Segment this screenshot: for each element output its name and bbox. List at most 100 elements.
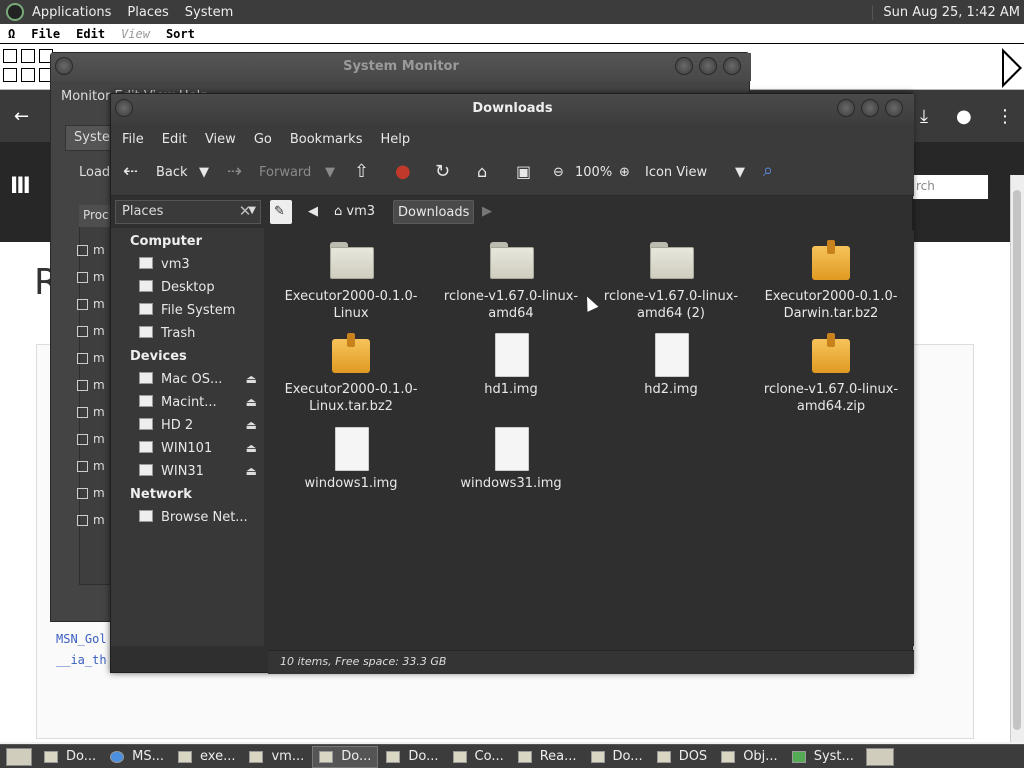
menu-help[interactable]: Help: [371, 132, 419, 147]
mac-tool-icon[interactable]: [3, 68, 17, 82]
file-item[interactable]: Executor2000-0.1.0-Linux: [281, 240, 421, 322]
mac-tool-icon[interactable]: [21, 68, 35, 82]
path-segment-downloads[interactable]: Downloads: [393, 200, 475, 224]
site-logo-icon[interactable]: Ⅲ: [10, 174, 31, 199]
taskbar-item[interactable]: Co...: [447, 746, 510, 768]
taskbar-item[interactable]: Obj...: [715, 746, 784, 768]
eject-icon[interactable]: ⏏: [246, 418, 257, 432]
computer-icon[interactable]: ▣: [516, 162, 531, 181]
taskbar-item[interactable]: Do...: [38, 746, 102, 768]
sidebar-item-trash[interactable]: Trash: [139, 326, 259, 341]
menu-applications[interactable]: Applications: [24, 5, 119, 20]
show-desktop-icon[interactable]: [6, 747, 32, 766]
sidebar-item-device[interactable]: HD 2 ⏏: [139, 418, 259, 433]
file-item[interactable]: Executor2000-0.1.0-Darwin.tar.bz2: [761, 240, 901, 322]
sidebar-item-vm3[interactable]: vm3: [139, 257, 259, 272]
mac-menu-file[interactable]: File: [23, 27, 68, 41]
file-item[interactable]: rclone-v1.67.0-linux-amd64.zip: [761, 333, 901, 415]
sidebar-item-browse-network[interactable]: Browse Net...: [139, 510, 259, 525]
back-button[interactable]: Back: [156, 165, 188, 180]
file-item[interactable]: rclone-v1.67.0-linux-amd64 (2): [601, 240, 741, 322]
close-button[interactable]: [885, 99, 903, 117]
file-item[interactable]: rclone-v1.67.0-linux-amd64: [441, 240, 581, 322]
more-icon[interactable]: ⋮: [996, 106, 1014, 127]
zoom-out-icon[interactable]: ⊖: [553, 165, 564, 180]
up-arrow-icon[interactable]: ⇧: [354, 161, 369, 182]
file-item[interactable]: hd1.img: [441, 333, 581, 398]
taskbar-item[interactable]: DOS: [651, 746, 714, 768]
sidebar-item-device[interactable]: Macint... ⏏: [139, 395, 259, 410]
account-icon[interactable]: ●: [956, 106, 972, 127]
file-item[interactable]: hd2.img: [601, 333, 741, 398]
home-folder-icon[interactable]: ⌂: [477, 162, 487, 181]
taskbar-item[interactable]: Syst...: [786, 746, 860, 768]
apple-menu[interactable]: Ω: [0, 27, 23, 41]
eject-icon[interactable]: ⏏: [246, 395, 257, 409]
maximize-button[interactable]: [699, 57, 717, 75]
file-item[interactable]: windows1.img: [281, 427, 421, 492]
close-button[interactable]: [723, 57, 741, 75]
maximize-button[interactable]: [861, 99, 879, 117]
workspace-switcher-icon[interactable]: [865, 747, 894, 766]
taskbar-item[interactable]: exe...: [172, 746, 241, 768]
code-line[interactable]: MSN_Gol: [56, 632, 107, 646]
menu-go[interactable]: Go: [245, 132, 281, 147]
code-line[interactable]: __ia_th: [56, 653, 107, 667]
path-scroll-right-icon[interactable]: ▶: [478, 200, 496, 224]
back-arrow-icon[interactable]: ⇠: [123, 161, 138, 182]
clock[interactable]: Sun Aug 25, 1:42 AM: [872, 4, 1024, 20]
window-title[interactable]: Downloads: [111, 94, 914, 124]
edit-location-icon[interactable]: ✎: [270, 200, 292, 224]
page-scrollbar-thumb[interactable]: [1013, 190, 1021, 730]
view-mode-dropdown-icon[interactable]: ▼: [735, 165, 745, 180]
process-icon: [77, 380, 88, 391]
mac-menu-edit[interactable]: Edit: [68, 27, 113, 41]
reload-icon[interactable]: ↻: [435, 161, 450, 182]
window-menu-button[interactable]: [115, 99, 133, 117]
sidebar-item-device[interactable]: Mac OS... ⏏: [139, 372, 259, 387]
zoom-in-icon[interactable]: ⊕: [619, 165, 630, 180]
distro-logo-icon[interactable]: [6, 3, 24, 21]
close-icon[interactable]: ✕: [235, 202, 255, 222]
mac-menu-view[interactable]: View: [113, 27, 158, 41]
download-icon[interactable]: ⤓: [920, 106, 928, 127]
menu-view[interactable]: View: [196, 132, 245, 147]
minimize-button[interactable]: [837, 99, 855, 117]
file-item[interactable]: Executor2000-0.1.0-Linux.tar.bz2: [281, 333, 421, 415]
back-history-dropdown-icon[interactable]: ▼: [199, 165, 209, 180]
search-icon[interactable]: ⌕: [763, 160, 773, 181]
window-title[interactable]: System Monitor: [51, 53, 751, 81]
taskbar-item[interactable]: Do...: [312, 745, 379, 768]
menu-places[interactable]: Places: [119, 5, 176, 20]
mac-tool-icon[interactable]: [21, 49, 35, 63]
sidebar-item-device[interactable]: WIN31 ⏏: [139, 464, 259, 479]
path-segment-vm3[interactable]: ⌂ vm3: [330, 200, 379, 224]
menu-bookmarks[interactable]: Bookmarks: [281, 132, 372, 147]
mac-menu-sort[interactable]: Sort: [158, 27, 203, 41]
back-arrow-icon[interactable]: ←: [14, 106, 29, 127]
eject-icon[interactable]: ⏏: [246, 372, 257, 386]
menu-edit[interactable]: Edit: [153, 132, 196, 147]
site-search-input[interactable]: rch: [912, 175, 988, 199]
path-scroll-left-icon[interactable]: ◀: [304, 200, 322, 224]
stop-icon[interactable]: ●: [395, 161, 411, 182]
view-mode-select[interactable]: Icon View: [645, 165, 707, 180]
minimize-button[interactable]: [675, 57, 693, 75]
zoom-level[interactable]: 100%: [575, 165, 612, 180]
taskbar-item[interactable]: MS...: [104, 746, 170, 768]
taskbar-item[interactable]: Rea...: [512, 746, 583, 768]
menu-system[interactable]: System: [177, 5, 241, 20]
sidebar-item-device[interactable]: WIN101 ⏏: [139, 441, 259, 456]
file-icon-view[interactable]: Executor2000-0.1.0-Linux rclone-v1.67.0-…: [268, 230, 914, 646]
window-menu-button[interactable]: [55, 57, 73, 75]
sidebar-item-file-system[interactable]: File System: [139, 303, 259, 318]
sidebar-item-desktop[interactable]: Desktop: [139, 280, 259, 295]
menu-file[interactable]: File: [113, 132, 153, 147]
eject-icon[interactable]: ⏏: [246, 441, 257, 455]
taskbar-item[interactable]: Do...: [380, 746, 444, 768]
mac-tool-icon[interactable]: [3, 49, 17, 63]
eject-icon[interactable]: ⏏: [246, 464, 257, 478]
file-item[interactable]: windows31.img: [441, 427, 581, 492]
taskbar-item[interactable]: vm...: [243, 746, 310, 768]
taskbar-item[interactable]: Do...: [585, 746, 649, 768]
